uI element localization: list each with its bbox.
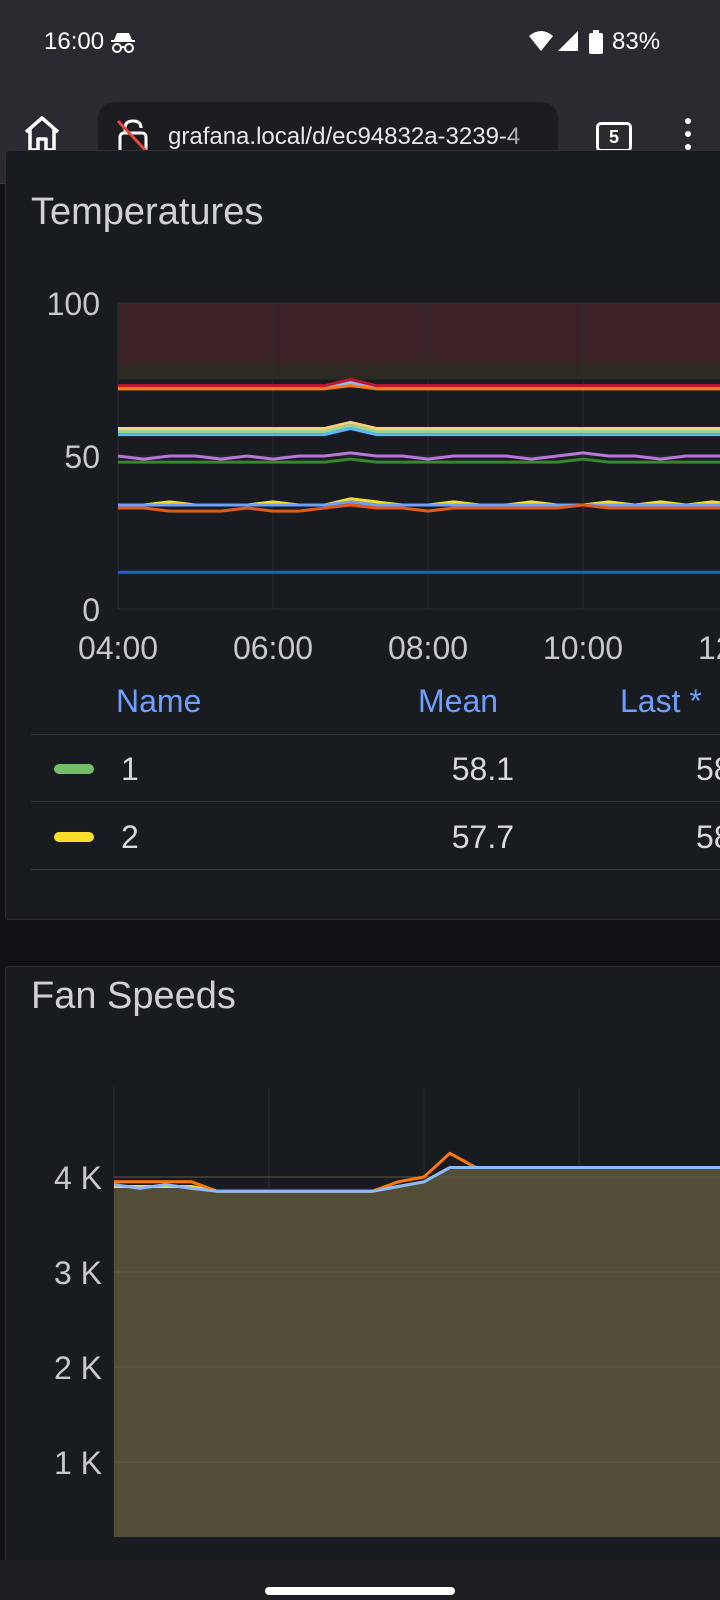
legend-last-value: 58	[696, 751, 720, 787]
x-tick-label: 10:00	[543, 630, 623, 666]
panel-title[interactable]: Fan Speeds	[31, 975, 236, 1018]
y-tick-label: 4 K	[54, 1160, 102, 1196]
incognito-icon	[111, 33, 135, 53]
legend-series-name: 2	[121, 819, 139, 855]
y-tick-label: 1 K	[54, 1445, 102, 1481]
battery-percentage: 83%	[612, 28, 661, 55]
y-tick-label: 2 K	[54, 1350, 102, 1386]
y-tick-label: 3 K	[54, 1255, 102, 1291]
threshold-band	[118, 364, 720, 380]
legend-divider	[31, 801, 720, 802]
x-tick-label: 04:00	[78, 630, 158, 666]
url-text[interactable]: grafana.local/d/ec94832a-3239-4	[168, 123, 548, 151]
legend-divider	[31, 734, 720, 735]
series-line	[118, 378, 720, 388]
y-tick-label: 50	[64, 439, 100, 475]
signal-icon	[558, 31, 578, 51]
status-time: 16:00	[44, 28, 105, 55]
x-tick-label: 08:00	[388, 630, 468, 666]
battery-icon	[589, 30, 603, 54]
series-line	[118, 420, 720, 430]
temperatures-chart[interactable]: 0 50 100 04:00 06:00 08:00 10:00 12:00	[6, 251, 720, 771]
status-bar: 16:00 83%	[0, 0, 720, 88]
home-gesture-handle[interactable]	[265, 1587, 455, 1595]
fan-speeds-panel: Fan Speeds 4 K3 K2 K1 K0	[5, 966, 720, 1566]
x-tick-label: 12:00	[698, 630, 720, 666]
y-tick-label: 0	[82, 592, 100, 628]
legend-series-name: 1	[121, 751, 139, 787]
legend-swatch	[54, 832, 94, 842]
threshold-band	[118, 303, 720, 365]
legend-divider	[31, 869, 720, 870]
series-line	[118, 457, 720, 464]
legend-header-last[interactable]: Last *	[620, 683, 702, 720]
wifi-icon	[529, 31, 553, 51]
tab-switcher-button[interactable]: 5	[596, 122, 632, 152]
panel-title[interactable]: Temperatures	[31, 191, 263, 234]
legend-mean-value: 58.1	[451, 751, 514, 787]
legend-mean-value: 57.7	[451, 819, 514, 855]
legend-header-mean[interactable]: Mean	[418, 683, 498, 720]
y-tick-label: 100	[47, 286, 100, 322]
fan-speeds-chart[interactable]: 4 K3 K2 K1 K0	[6, 1057, 720, 1537]
legend-swatch	[54, 764, 94, 774]
x-tick-label: 06:00	[233, 630, 313, 666]
temperatures-panel: Temperatures 0 50 100 04:00 06:00 08:00 10:00 1…	[5, 150, 720, 920]
series-area	[114, 1167, 720, 1537]
legend-header-name[interactable]: Name	[116, 683, 201, 720]
legend-last-value: 58	[696, 819, 720, 855]
